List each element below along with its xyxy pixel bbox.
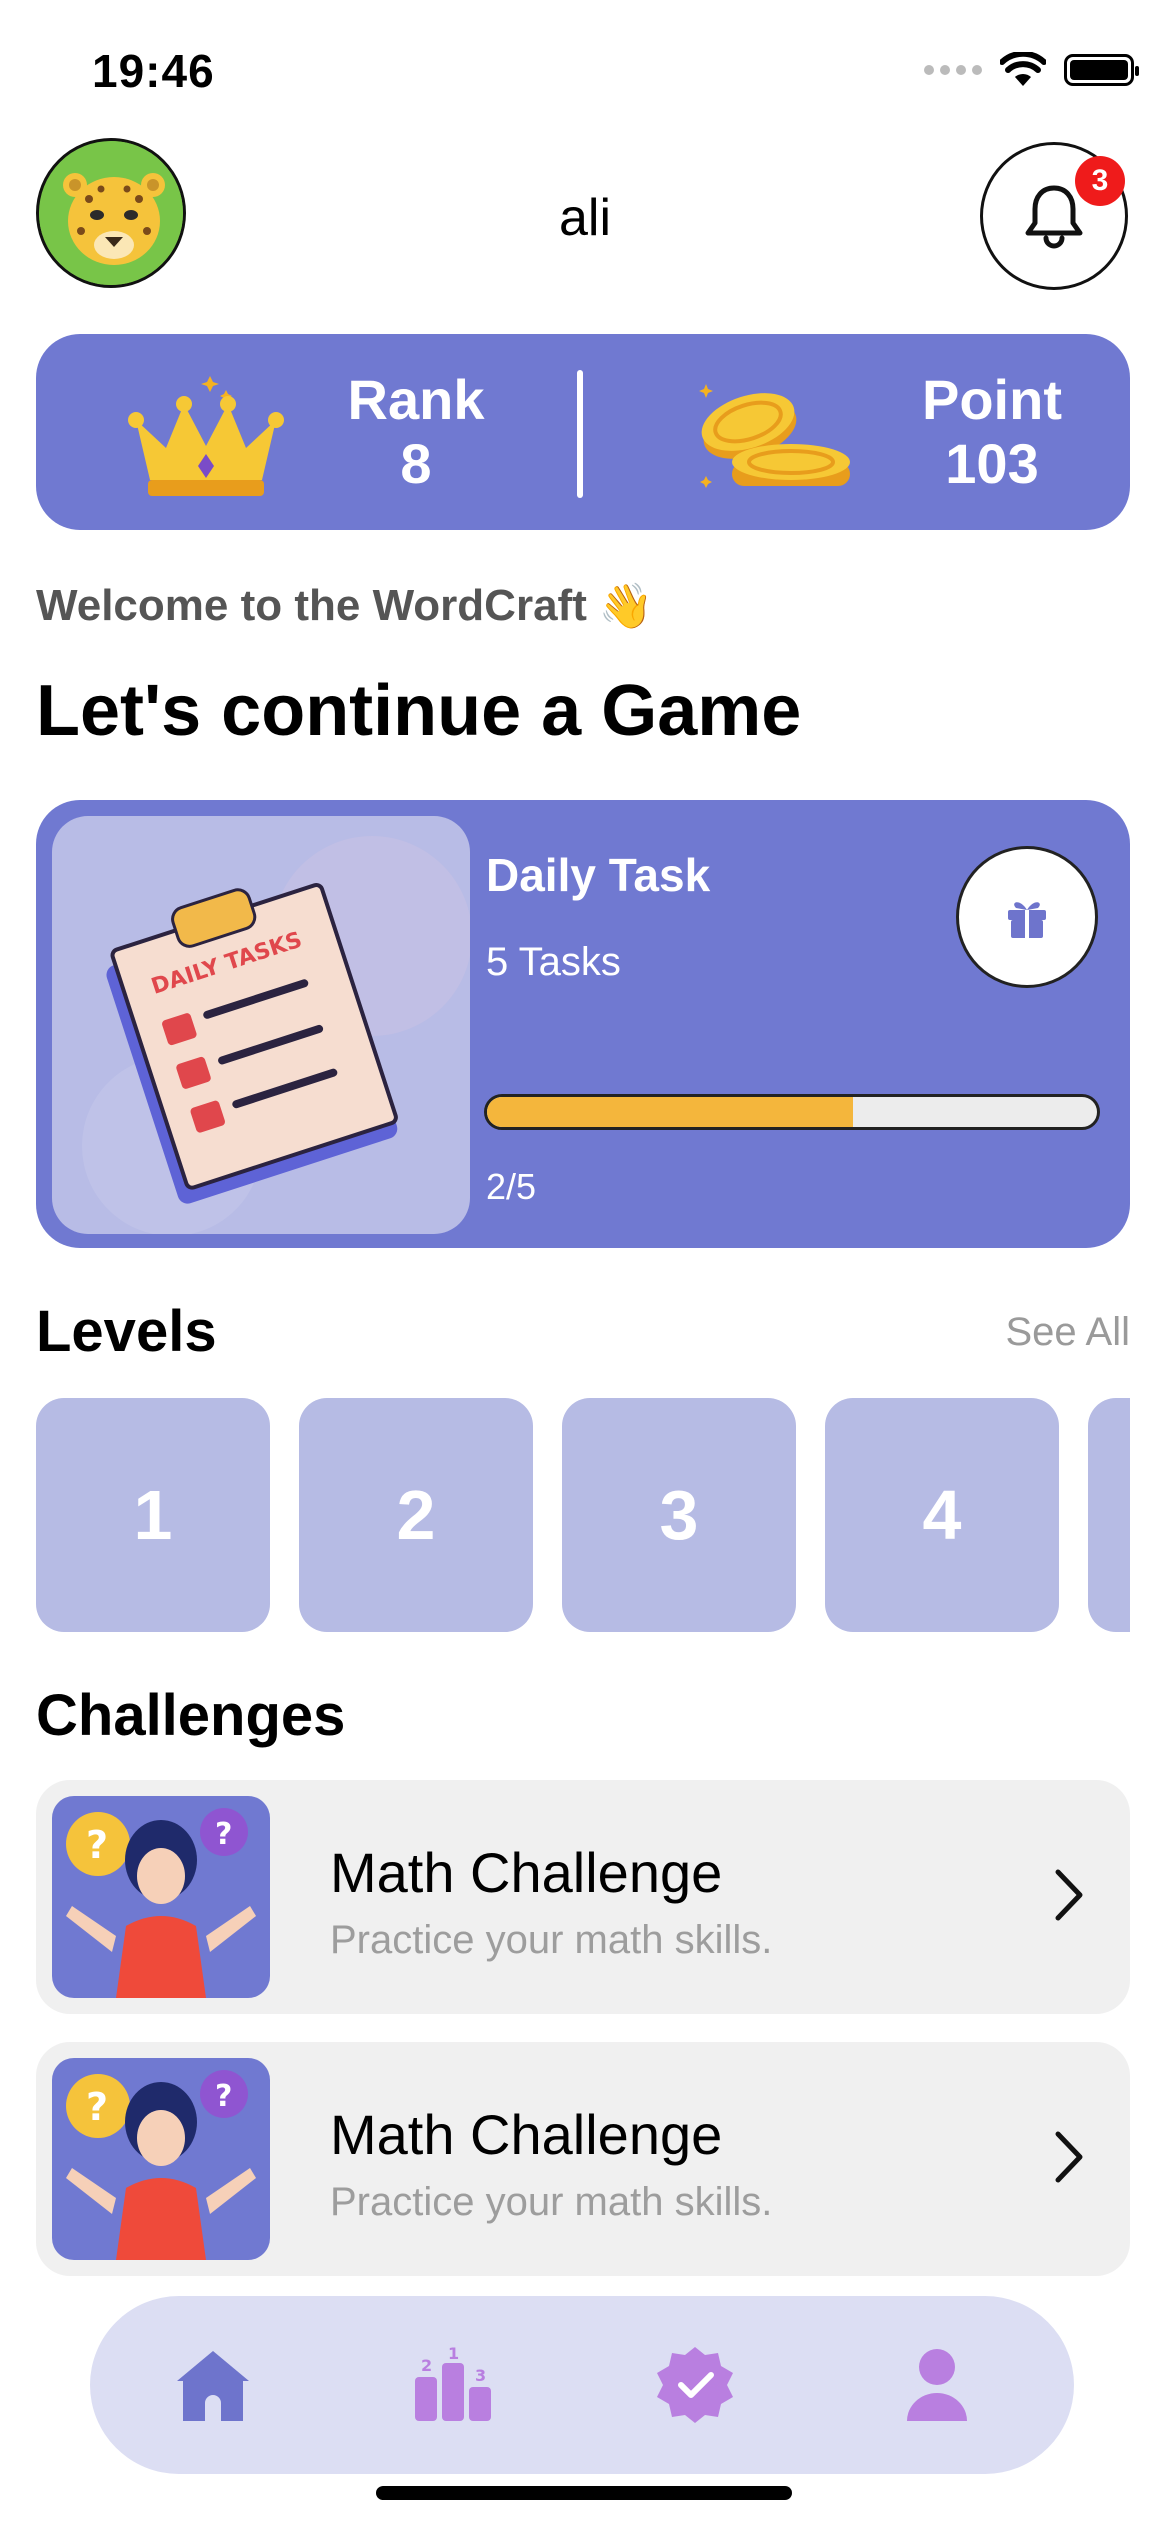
page-title: Let's continue a Game [36,671,802,751]
level-card[interactable]: 1 [36,1398,270,1632]
see-all-link[interactable]: See All [1005,1310,1130,1355]
svg-text:?: ? [215,1817,232,1852]
level-card-partial[interactable] [1088,1398,1130,1632]
level-card[interactable]: 3 [562,1398,796,1632]
header: ali 3 [0,138,1170,290]
daily-task-title: Daily Task [486,849,711,901]
challenge-title: Math Challenge [330,1841,723,1904]
level-number: 1 [133,1476,173,1554]
point-stat: Point 103 [882,368,1102,497]
signal-icon [924,65,982,75]
challenge-subtitle: Practice your math skills. [330,1918,773,1962]
levels-carousel[interactable]: 1 2 3 4 [36,1398,1130,1632]
svg-text:?: ? [86,1823,108,1867]
welcome-text: Welcome to the WordCraft 👋 [36,580,654,632]
svg-text:?: ? [86,2085,108,2129]
svg-text:?: ? [215,2079,232,2114]
wifi-icon [1000,52,1046,86]
coins-icon [699,384,850,488]
verified-badge-icon [657,2347,733,2423]
bottom-tab-bar: 2 1 3 [90,2296,1074,2474]
progress-fill [487,1097,853,1127]
level-card[interactable]: 2 [299,1398,533,1632]
svg-text:3: 3 [475,2366,486,2385]
stats-card: Rank 8 Point 103 [36,334,1130,530]
rank-label: Rank [347,368,485,431]
svg-text:2: 2 [421,2356,432,2375]
daily-task-progress-bar [484,1094,1100,1130]
chevron-right-icon [1055,2131,1083,2183]
status-time: 19:46 [92,45,215,97]
leaderboard-icon: 2 1 3 [415,2347,491,2421]
welcome-label: Welcome to the WordCraft [36,581,587,630]
rank-value: 8 [400,432,432,496]
waving-hand-icon: 👋 [598,582,654,631]
level-number: 2 [396,1476,436,1554]
challenge-card[interactable]: ? ? Math Challenge Practice your math sk… [36,2042,1130,2276]
bell-icon [1025,185,1083,249]
challenge-thumbnail: ? ? [52,1796,270,1998]
tab-home[interactable] [170,2342,256,2428]
chevron-right-icon [1055,1869,1083,1921]
point-value: 103 [945,432,1039,496]
challenge-subtitle: Practice your math skills. [330,2180,773,2224]
stats-divider [577,370,583,498]
tab-leaderboard[interactable]: 2 1 3 [410,2342,496,2428]
status-bar: 19:46 [0,0,1170,150]
rank-stat: Rank 8 [306,368,526,497]
home-indicator [376,2486,792,2500]
daily-task-progress-text: 2/5 [486,1166,537,1207]
daily-task-card[interactable]: DAILY TASKS Daily Task 5 Tasks 2/5 [36,800,1130,1248]
battery-icon [1064,54,1139,86]
challenge-card[interactable]: ? ? Math Challenge Practice your math sk… [36,1780,1130,2014]
challenge-title: Math Challenge [330,2103,723,2166]
home-icon [177,2351,249,2421]
level-number: 4 [922,1476,962,1554]
level-card[interactable]: 4 [825,1398,1059,1632]
profile-icon [907,2349,967,2421]
gift-icon [1008,902,1046,938]
daily-tasks-illustration: DAILY TASKS [52,816,470,1234]
notification-badge: 3 [1075,156,1125,206]
daily-task-count: 5 Tasks [486,940,621,984]
crown-icon [128,376,284,496]
status-icons [924,52,1139,88]
tab-profile[interactable] [894,2342,980,2428]
point-label: Point [922,368,1062,431]
challenge-thumbnail: ? ? [52,2058,270,2260]
reward-button[interactable] [956,846,1098,988]
levels-section-title: Levels [36,1299,217,1364]
level-number: 3 [659,1476,699,1554]
tab-achievements[interactable] [652,2342,738,2428]
svg-text:1: 1 [448,2347,459,2363]
challenges-section-title: Challenges [36,1683,346,1748]
